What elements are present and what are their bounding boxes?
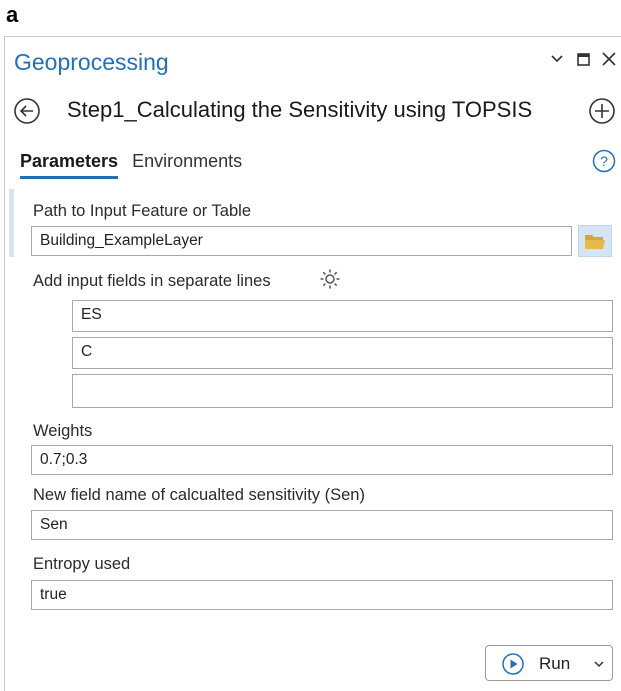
new-field-label: New field name of calcualted sensitivity… bbox=[33, 486, 365, 504]
input-field-row[interactable]: ES bbox=[72, 300, 613, 332]
input-fields-label: Add input fields in separate lines bbox=[33, 272, 271, 290]
tool-header: Step1_Calculating the Sensitivity using … bbox=[13, 95, 618, 129]
geoprocessing-pane: Geoprocessing Step1_Calculating the Sens… bbox=[4, 36, 621, 691]
tab-environments[interactable]: Environments bbox=[132, 151, 242, 179]
entropy-label: Entropy used bbox=[33, 555, 131, 573]
input-path-label: Path to Input Feature or Table bbox=[33, 202, 252, 220]
active-parameter-marker bbox=[9, 189, 14, 257]
input-path-field[interactable]: Building_ExampleLayer bbox=[31, 226, 572, 256]
run-label: Run bbox=[539, 654, 571, 673]
figure-label: a bbox=[6, 2, 19, 27]
folder-open-icon bbox=[585, 235, 605, 249]
gear-icon[interactable] bbox=[319, 268, 341, 290]
help-icon[interactable]: ? bbox=[592, 149, 616, 173]
close-icon[interactable] bbox=[602, 49, 616, 69]
tab-parameters[interactable]: Parameters bbox=[20, 151, 119, 179]
chevron-down-icon[interactable] bbox=[594, 659, 604, 669]
play-circle-icon bbox=[502, 653, 524, 675]
browse-button[interactable] bbox=[578, 225, 612, 257]
add-icon[interactable] bbox=[588, 97, 616, 125]
weights-field[interactable]: 0.7;0.3 bbox=[31, 445, 613, 475]
window-controls bbox=[550, 49, 616, 69]
maximize-icon[interactable] bbox=[576, 49, 590, 69]
chevron-down-icon[interactable] bbox=[550, 49, 564, 69]
tab-bar: Parameters Environments bbox=[20, 151, 242, 179]
svg-text:?: ? bbox=[600, 153, 608, 169]
run-button[interactable]: Run bbox=[485, 645, 613, 681]
input-field-row[interactable]: C bbox=[72, 337, 613, 369]
input-field-row[interactable] bbox=[72, 374, 613, 408]
back-icon[interactable] bbox=[13, 97, 41, 125]
pane-title: Geoprocessing bbox=[14, 49, 169, 75]
weights-label: Weights bbox=[33, 422, 93, 440]
new-field-name-field[interactable]: Sen bbox=[31, 510, 613, 540]
entropy-field[interactable]: true bbox=[31, 580, 613, 610]
tool-title: Step1_Calculating the Sensitivity using … bbox=[67, 97, 533, 122]
